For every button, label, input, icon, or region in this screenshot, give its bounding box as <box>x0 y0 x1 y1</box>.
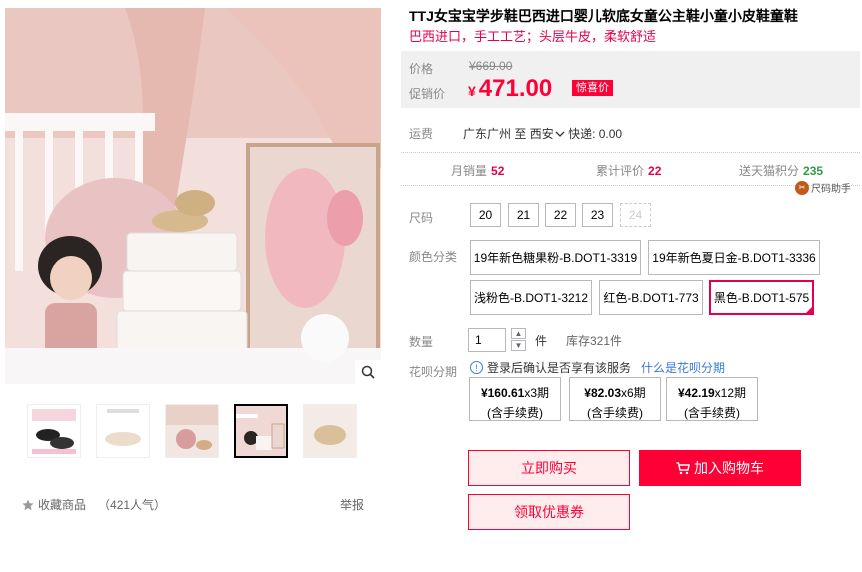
favorite-count: （421人气） <box>98 498 167 512</box>
monthly-sales-value: 52 <box>491 164 505 178</box>
reviews-label: 累计评价 <box>596 164 645 178</box>
report-link[interactable]: 举报 <box>340 496 364 513</box>
magnifier-icon <box>361 365 375 379</box>
cumulative-reviews[interactable]: 累计评价 22 <box>596 162 661 179</box>
shipping-destination: 西安 <box>529 127 554 141</box>
huabei-notice-text: 登录后确认是否享有该服务 <box>487 361 632 375</box>
installment-option-6[interactable]: ¥82.03x6期 (含手续费) <box>569 377 661 421</box>
zoom-button[interactable] <box>355 360 381 384</box>
quantity-label: 数量 <box>409 335 434 349</box>
shipping-label: 运费 <box>409 127 434 141</box>
price-panel: 价格 ¥669.00 促销价 ¥471.00 惊喜价 <box>401 51 860 108</box>
get-coupon-button[interactable]: 领取优惠券 <box>468 494 630 530</box>
monthly-sales-label: 月销量 <box>451 164 488 178</box>
currency-symbol: ¥ <box>468 83 476 99</box>
chevron-up-icon: ▲ <box>514 329 523 338</box>
favorite-label: 收藏商品 <box>38 498 87 512</box>
buy-now-button[interactable]: 立即购买 <box>468 450 630 486</box>
size-option-22[interactable]: 22 <box>545 203 576 227</box>
shipping-origin: 广东广州 <box>463 127 512 141</box>
check-icon: ✓ <box>806 306 812 313</box>
divider <box>401 185 860 186</box>
tmall-points: 送天猫积分 235 <box>739 162 823 179</box>
cart-icon <box>676 461 690 474</box>
installment-fee: (含手续费) <box>487 406 543 420</box>
huabei-help-link[interactable]: 什么是花呗分期 <box>641 359 725 376</box>
installment-amount: ¥42.19x12期 <box>667 384 757 401</box>
color-option-summer-gold[interactable]: 19年新色夏日金-B.DOT1-3336 <box>648 240 820 275</box>
points-label: 送天猫积分 <box>739 164 800 178</box>
installment-amount: ¥160.61x3期 <box>470 384 560 401</box>
monthly-sales: 月销量 52 <box>451 162 504 179</box>
main-product-photo <box>5 8 381 384</box>
color-label: 颜色分类 <box>409 250 458 264</box>
size-option-21[interactable]: 21 <box>508 203 539 227</box>
installment-amount-value: ¥160.61 <box>480 386 525 400</box>
size-option-20[interactable]: 20 <box>470 203 501 227</box>
color-option-candy-pink[interactable]: 19年新色糖果粉-B.DOT1-3319 <box>470 240 641 275</box>
size-option-23[interactable]: 23 <box>582 203 613 227</box>
installment-amount-value: ¥42.19 <box>677 386 715 400</box>
size-helper-label: 尺码助手 <box>811 184 851 195</box>
color-option-light-pink[interactable]: 浅粉色-B.DOT1-3212 <box>470 280 592 315</box>
promo-tag: 惊喜价 <box>572 80 613 96</box>
color-option-black-label: 黑色-B.DOT1-575 <box>713 291 810 305</box>
chevron-down-icon: ▼ <box>514 341 523 350</box>
current-price-value: 471.00 <box>478 75 553 102</box>
installment-option-3[interactable]: ¥160.61x3期 (含手续费) <box>469 377 561 421</box>
shipping-info: 广东广州 至 西安 快递: 0.00 <box>463 125 622 142</box>
size-label: 尺码 <box>409 211 434 225</box>
add-to-cart-button[interactable]: 加入购物车 <box>639 450 801 486</box>
thumbnail-1[interactable] <box>27 404 81 458</box>
thumbnail-2[interactable] <box>96 404 150 458</box>
installment-amount: ¥82.03x6期 <box>570 384 660 401</box>
size-option-24: 24 <box>620 203 651 227</box>
add-to-cart-label: 加入购物车 <box>694 460 764 476</box>
reviews-value: 22 <box>648 164 662 178</box>
points-value: 235 <box>803 164 824 178</box>
installment-period: x3期 <box>524 386 550 400</box>
divider <box>401 152 860 153</box>
thumbnail-4[interactable] <box>234 404 288 458</box>
quantity-unit: 件 <box>535 334 548 348</box>
huabei-label: 花呗分期 <box>409 365 458 379</box>
original-price: ¥669.00 <box>469 59 513 73</box>
chevron-down-icon <box>555 131 565 137</box>
favorite-product[interactable]: 收藏商品 （421人气） <box>22 496 166 513</box>
thumbnail-3[interactable] <box>165 404 219 458</box>
installment-period: x12期 <box>714 386 747 400</box>
product-subtitle: 巴西进口，手工工艺；头层牛皮，柔软舒适 <box>409 29 657 44</box>
star-icon <box>22 499 34 510</box>
product-title: TTJ女宝宝学步鞋巴西进口婴儿软底女童公主鞋小童小皮鞋童鞋 <box>409 8 798 24</box>
installment-fee: (含手续费) <box>684 406 740 420</box>
quantity-input[interactable] <box>468 328 506 352</box>
quantity-decrease-button[interactable]: ▼ <box>511 340 526 351</box>
info-icon: ! <box>470 361 483 374</box>
size-helper[interactable]: ✂ 尺码助手 <box>795 180 851 195</box>
installment-option-12[interactable]: ¥42.19x12期 (含手续费) <box>666 377 758 421</box>
shipping-to: 至 <box>514 127 527 141</box>
promo-price-label: 促销价 <box>409 87 446 101</box>
color-option-black[interactable]: 黑色-B.DOT1-575 ✓ <box>709 280 814 315</box>
installment-period: x6期 <box>621 386 646 400</box>
shipping-express: 快递: 0.00 <box>568 127 623 141</box>
current-price: ¥471.00 <box>468 75 552 103</box>
thumbnail-5[interactable] <box>303 404 357 458</box>
huabei-notice: ! 登录后确认是否享有该服务 什么是花呗分期 <box>470 359 725 376</box>
price-label: 价格 <box>409 62 434 76</box>
installment-amount-value: ¥82.03 <box>584 386 621 400</box>
size-helper-icon: ✂ <box>795 180 809 195</box>
shipping-destination-select[interactable]: 西安 <box>530 127 565 141</box>
quantity-increase-button[interactable]: ▲ <box>511 328 526 339</box>
stock-count: 库存321件 <box>566 334 623 348</box>
installment-fee: (含手续费) <box>587 406 643 420</box>
color-option-red[interactable]: 红色-B.DOT1-773 <box>599 280 703 315</box>
